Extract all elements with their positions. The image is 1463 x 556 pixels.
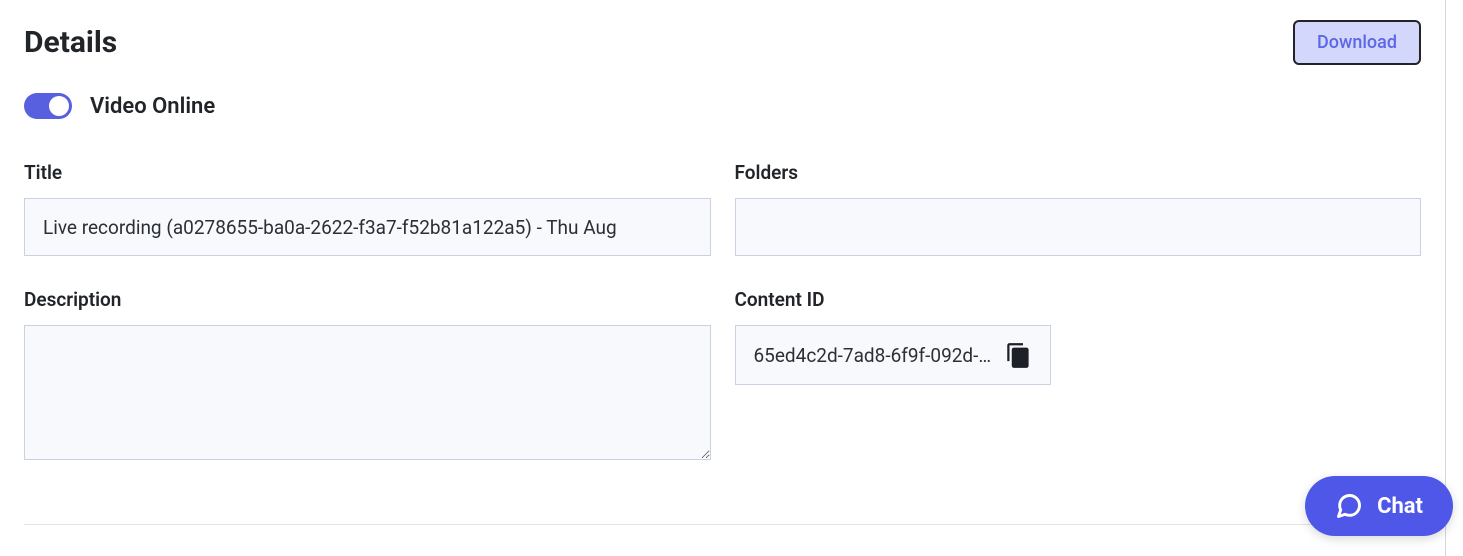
chat-button[interactable]: Chat — [1305, 476, 1453, 536]
content-id-label: Content ID — [735, 288, 1422, 311]
copy-icon[interactable] — [1005, 342, 1032, 369]
content-id-box: 65ed4c2d-7ad8-6f9f-092d-… — [735, 325, 1052, 385]
folders-label: Folders — [735, 161, 1422, 184]
title-input[interactable] — [24, 198, 711, 256]
title-label: Title — [24, 161, 711, 184]
download-button[interactable]: Download — [1293, 20, 1421, 65]
content-id-value: 65ed4c2d-7ad8-6f9f-092d-… — [754, 344, 992, 367]
chat-label: Chat — [1377, 494, 1423, 519]
chat-bubble-icon — [1335, 492, 1363, 520]
folders-input[interactable] — [735, 198, 1422, 256]
video-online-toggle[interactable] — [24, 93, 72, 119]
divider — [24, 524, 1421, 525]
toggle-knob — [49, 96, 69, 116]
description-input[interactable] — [24, 325, 711, 460]
video-online-label: Video Online — [90, 94, 215, 119]
description-label: Description — [24, 288, 711, 311]
page-title: Details — [24, 25, 117, 60]
